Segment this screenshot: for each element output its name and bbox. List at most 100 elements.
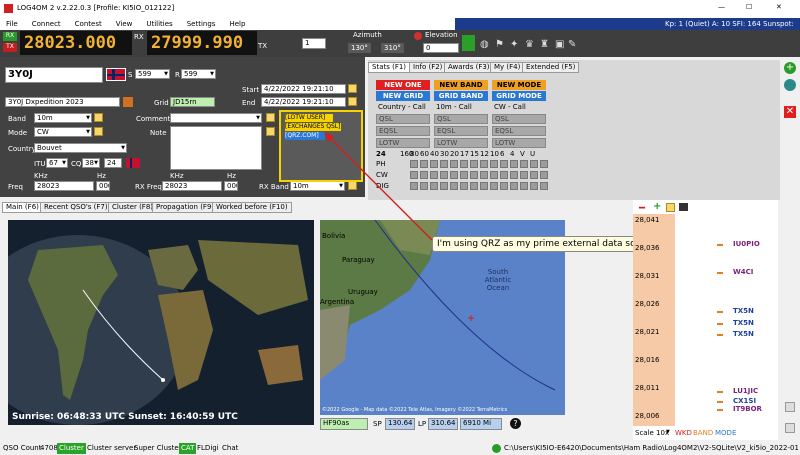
- comment-lock-icon[interactable]: [266, 113, 275, 122]
- map-label-paraguay: Paraguay: [342, 256, 375, 264]
- bandmap-remove-icon[interactable]: ━: [639, 203, 645, 214]
- start-datetime[interactable]: 4/22/2022 19:21:10: [261, 84, 346, 94]
- spot-callsign[interactable]: TX5N: [733, 330, 754, 338]
- freq-hz-input[interactable]: 000: [96, 181, 110, 191]
- mode-lock-icon[interactable]: [94, 127, 103, 136]
- tab-stats[interactable]: Stats (F1): [368, 62, 411, 73]
- menu-utilities[interactable]: Utilities: [146, 20, 172, 28]
- eqsl-box-3: EQSL: [492, 126, 546, 136]
- scale-dropdown-icon[interactable]: ▼: [666, 429, 670, 435]
- add-icon[interactable]: +: [784, 62, 796, 74]
- close-button[interactable]: ✕: [776, 3, 782, 11]
- filter-band[interactable]: BAND: [693, 429, 713, 437]
- note-textarea[interactable]: [170, 126, 262, 170]
- menu-view[interactable]: View: [116, 20, 133, 28]
- grid-input[interactable]: JD15rn: [170, 97, 215, 107]
- scroll-up-icon[interactable]: [785, 402, 795, 412]
- tab-recent-qsos[interactable]: Recent QSO's (F7): [40, 202, 112, 213]
- scroll-down-icon[interactable]: [785, 423, 795, 433]
- cluster-status[interactable]: Cluster: [57, 443, 86, 454]
- name-lookup-icon[interactable]: [123, 97, 133, 107]
- minimize-button[interactable]: —: [718, 3, 725, 11]
- end-lock-icon[interactable]: [348, 97, 357, 106]
- help-icon[interactable]: ?: [510, 418, 521, 429]
- chat-status[interactable]: Chat: [222, 442, 238, 455]
- chess-icon[interactable]: ♜: [540, 39, 549, 50]
- menu-settings[interactable]: Settings: [187, 20, 216, 28]
- rotator-icon[interactable]: ✦: [510, 39, 518, 50]
- band-lock-icon[interactable]: [94, 113, 103, 122]
- bandmap-lock-icon[interactable]: [666, 203, 675, 212]
- tab-extended[interactable]: Extended (F5): [522, 62, 580, 73]
- maximize-button[interactable]: ☐: [746, 3, 752, 11]
- freq-input[interactable]: 28023: [34, 181, 94, 191]
- name-input[interactable]: 3Y0J Dxpedition 2023: [5, 97, 120, 107]
- rst-sent-select[interactable]: 599: [135, 69, 170, 79]
- rotator-stop-icon[interactable]: [414, 32, 422, 40]
- spot-callsign[interactable]: IT9BOR: [733, 405, 762, 413]
- callsign-input[interactable]: 3Y0J: [5, 67, 103, 83]
- bandmap-add-icon[interactable]: +: [653, 201, 661, 212]
- note-label: Note: [150, 129, 167, 137]
- menu-file[interactable]: File: [6, 20, 18, 28]
- grid-cell: [440, 160, 448, 168]
- menu-help[interactable]: Help: [229, 20, 245, 28]
- rx-frequency-display[interactable]: 28023.000: [20, 31, 132, 55]
- tx-frequency-display[interactable]: 27999.990: [147, 31, 257, 55]
- propagation-info: Kp: 1 (Quiet) A: 10 SFI: 164 Sunspot: 11…: [455, 18, 800, 40]
- cq-select[interactable]: 38: [82, 158, 100, 168]
- mode-select[interactable]: CW: [34, 127, 92, 137]
- menu-connect[interactable]: Connect: [32, 20, 61, 28]
- lp-label: LP: [418, 420, 427, 428]
- spot-callsign[interactable]: IU0PIO: [733, 240, 760, 248]
- bandmap-camera-icon[interactable]: [679, 203, 688, 211]
- band-select[interactable]: 10m: [34, 113, 92, 123]
- freq-label: Freq: [8, 183, 23, 191]
- fldigi-status[interactable]: FLDigi: [197, 442, 219, 455]
- tab-propagation[interactable]: Propagation (F9): [152, 202, 219, 213]
- greyline-map[interactable]: Sunrise: 06:48:33 UTC Sunset: 16:40:59 U…: [8, 220, 314, 425]
- spot-callsign[interactable]: W4CI: [733, 268, 753, 276]
- comment-select[interactable]: [170, 113, 262, 123]
- connect-icon[interactable]: [462, 35, 475, 51]
- tab-main[interactable]: Main (F6): [2, 202, 43, 213]
- bandmap-frequency-label: 28,021: [635, 328, 660, 336]
- delete-icon[interactable]: ✕: [784, 106, 796, 118]
- tab-info[interactable]: Info (F2): [409, 62, 447, 73]
- lookup-qrz-com[interactable]: [QRZ.COM]: [285, 132, 325, 140]
- tab-awards[interactable]: Awards (F3): [444, 62, 494, 73]
- super-cluster-status[interactable]: Super Cluster: [134, 442, 182, 455]
- globe-small-icon[interactable]: [784, 79, 796, 91]
- filter-wkd[interactable]: WKD: [675, 429, 692, 437]
- tab-cluster[interactable]: Cluster (F8): [108, 202, 158, 213]
- rx-indicator[interactable]: RX: [3, 32, 17, 41]
- note-lock-icon[interactable]: [266, 127, 275, 136]
- itu-select[interactable]: 67: [46, 158, 68, 168]
- pencil-icon[interactable]: ✎: [568, 39, 576, 50]
- elevation-input[interactable]: 0: [423, 43, 459, 53]
- spot-callsign[interactable]: TX5N: [733, 307, 754, 315]
- rxfreq-hz-input[interactable]: 000: [224, 181, 238, 191]
- cluster-server-status[interactable]: Cluster server: [87, 442, 136, 455]
- spot-tick: [717, 244, 723, 246]
- contest-icon[interactable]: ▣: [555, 39, 564, 50]
- rst-rcvd-select[interactable]: 599: [181, 69, 216, 79]
- cat-status[interactable]: CAT: [179, 443, 197, 454]
- step-stepper[interactable]: 1: [302, 38, 326, 49]
- filter-mode[interactable]: MODE: [715, 429, 736, 437]
- spot-callsign[interactable]: CX1SI: [733, 397, 756, 405]
- menu-contest[interactable]: Contest: [75, 20, 102, 28]
- tab-my[interactable]: My (F4): [490, 62, 525, 73]
- spot-callsign[interactable]: TX5N: [733, 319, 754, 327]
- spot-callsign[interactable]: LU1JIC: [733, 387, 758, 395]
- tab-worked-before[interactable]: Worked before (F10): [212, 202, 292, 213]
- start-lock-icon[interactable]: [348, 84, 357, 93]
- globe-icon[interactable]: ◍: [480, 39, 489, 50]
- rxfreq-input[interactable]: 28023: [162, 181, 222, 191]
- antenna-icon[interactable]: ⚑: [495, 39, 504, 50]
- crown-icon[interactable]: ♛: [525, 39, 534, 50]
- end-datetime[interactable]: 4/22/2022 19:21:10: [261, 97, 346, 107]
- tx-indicator[interactable]: TX: [3, 43, 17, 52]
- elevation-label: Elevation: [425, 31, 458, 39]
- country-select[interactable]: Bouvet: [34, 143, 127, 153]
